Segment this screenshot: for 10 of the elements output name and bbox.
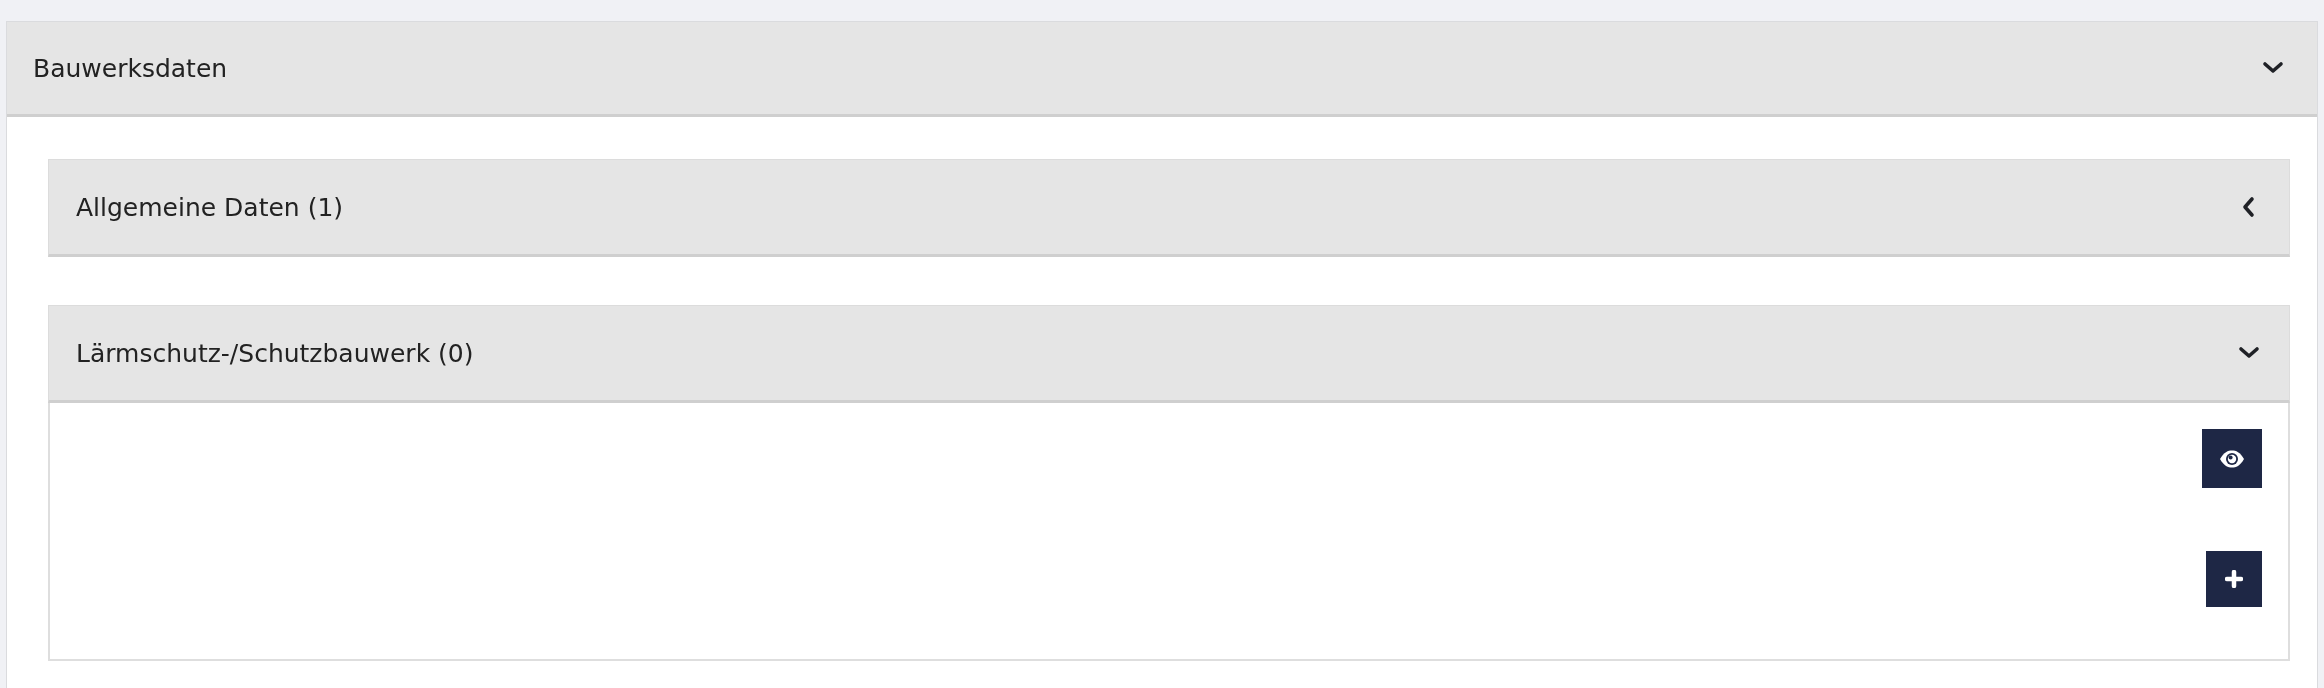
eye-icon — [2219, 449, 2245, 468]
section-title: Lärmschutz-/Schutzbauwerk (0) — [76, 338, 474, 368]
panel-title: Bauwerksdaten — [33, 53, 228, 83]
section-header[interactable]: Allgemeine Daten (1) — [48, 159, 2290, 257]
section-header[interactable]: Lärmschutz-/Schutzbauwerk (0) — [48, 305, 2290, 403]
section-title: Allgemeine Daten (1) — [76, 192, 344, 222]
panel-header[interactable]: Bauwerksdaten — [7, 22, 2317, 117]
view-button[interactable] — [2202, 429, 2262, 488]
add-button[interactable] — [2206, 551, 2262, 607]
plus-icon — [2225, 570, 2243, 588]
